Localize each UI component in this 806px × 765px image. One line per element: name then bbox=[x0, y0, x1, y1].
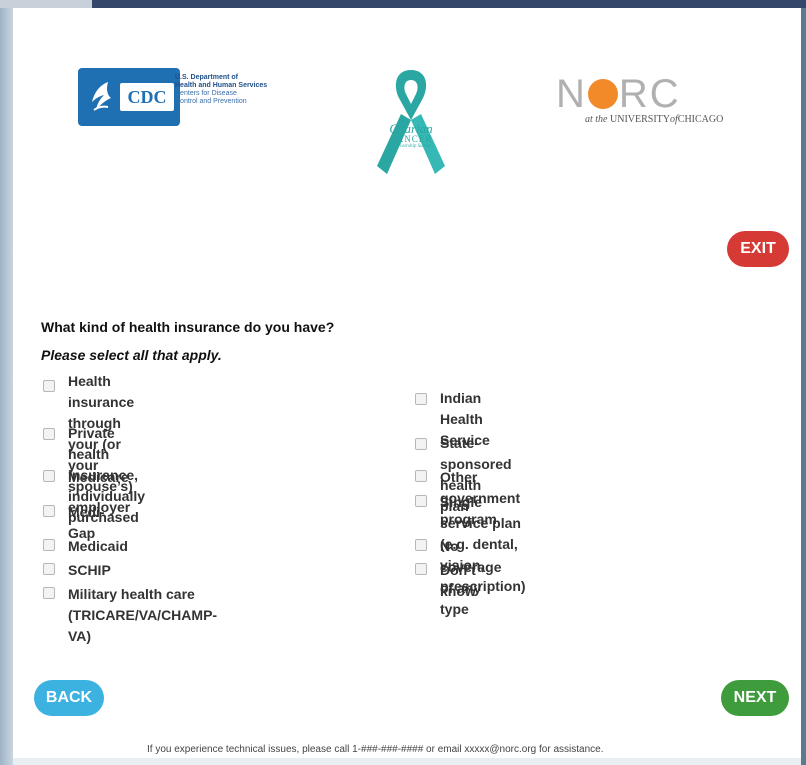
checkbox[interactable] bbox=[415, 495, 427, 507]
support-footer: If you experience technical issues, plea… bbox=[147, 744, 604, 755]
checkbox[interactable] bbox=[43, 587, 55, 599]
norc-subtitle: at the UNIVERSITYofCHICAGO bbox=[585, 114, 723, 125]
option-label: Don’t know bbox=[440, 562, 476, 599]
checkbox[interactable] bbox=[43, 428, 55, 440]
norc-letter-n: N bbox=[556, 72, 587, 116]
survey-logo-line-3: Survivorship Survey bbox=[390, 144, 432, 149]
norc-logo: N RC bbox=[556, 74, 681, 114]
hhs-eagle-icon bbox=[92, 82, 111, 111]
checkbox[interactable] bbox=[43, 470, 55, 482]
window-right-edge bbox=[801, 8, 806, 765]
norc-sun-icon bbox=[587, 79, 618, 109]
hhs-agency-text: U.S. Department of Health and Human Serv… bbox=[175, 74, 295, 106]
hhs-line-2: Health and Human Services bbox=[175, 82, 268, 89]
norc-sub-of: of bbox=[670, 114, 678, 125]
checkbox[interactable] bbox=[43, 563, 55, 575]
checkbox[interactable] bbox=[43, 539, 55, 551]
option-label-line: Private health insurance, individually bbox=[68, 425, 146, 504]
checkbox[interactable] bbox=[415, 438, 427, 450]
norc-sub-chicago: CHICAGO bbox=[677, 114, 724, 125]
option-label: Military health care (TRICARE/VA/CHAMP-V… bbox=[68, 586, 218, 644]
survey-logo-line-2: CANCER bbox=[389, 134, 433, 144]
window-left-edge bbox=[0, 8, 13, 765]
checkbox[interactable] bbox=[43, 505, 55, 517]
exit-button[interactable]: EXIT bbox=[727, 231, 789, 267]
checkbox[interactable] bbox=[415, 470, 427, 482]
checkbox[interactable] bbox=[43, 380, 55, 392]
checkbox[interactable] bbox=[415, 563, 427, 575]
norc-sub-at: at the bbox=[585, 114, 610, 125]
option-label: SCHIP bbox=[68, 562, 111, 578]
hhs-line-1: U.S. Department of bbox=[175, 74, 239, 81]
window-tab-highlight bbox=[0, 0, 92, 8]
option-label: Medicaid bbox=[68, 538, 128, 554]
survey-panel: CDC U.S. Department of Health and Human … bbox=[13, 8, 801, 758]
survey-logo-text: Ovarian CANCER Survivorship Survey bbox=[373, 122, 449, 149]
cdc-line-2: Control and Prevention bbox=[175, 98, 247, 105]
back-button[interactable]: BACK bbox=[34, 680, 104, 716]
window-top-strip bbox=[0, 0, 806, 8]
instruction-text: Please select all that apply. bbox=[41, 347, 222, 363]
question-text: What kind of health insurance do you hav… bbox=[41, 319, 335, 335]
cdc-wordmark: CDC bbox=[120, 83, 174, 111]
cdc-logo: CDC bbox=[78, 68, 180, 126]
checkbox[interactable] bbox=[415, 393, 427, 405]
norc-sub-university: UNIVERSITY bbox=[610, 114, 670, 125]
option-label: Medicare bbox=[68, 469, 129, 485]
next-button[interactable]: NEXT bbox=[721, 680, 789, 716]
norc-letters-rc: RC bbox=[618, 72, 681, 116]
cdc-line-1: Centers for Disease bbox=[175, 90, 237, 97]
checkbox[interactable] bbox=[415, 539, 427, 551]
